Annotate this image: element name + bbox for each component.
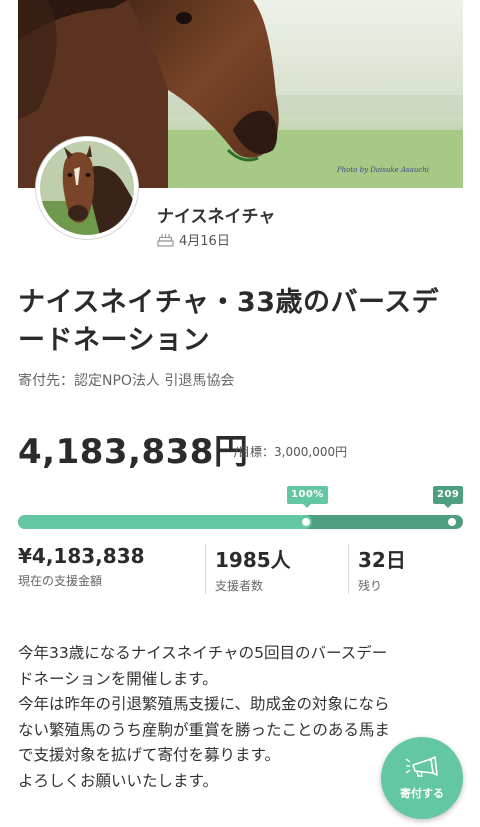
description-line: 今年33歳になるナイスネイチャの5回目のバースデー	[18, 644, 388, 662]
donate-button-label: 寄付する	[400, 787, 444, 800]
horse-name: ナイスネイチャ	[157, 207, 276, 227]
donate-button[interactable]: 寄付する	[381, 737, 463, 819]
progress-marker	[301, 518, 310, 526]
megaphone-icon	[405, 756, 438, 777]
stat-supporters: 1985人 支援者数	[206, 544, 348, 596]
description-line: 今年は昨年の引退繁殖馬支援に、助成金の対象になら	[18, 695, 390, 714]
stat-supporters-label: 支援者数	[215, 579, 264, 593]
stat-raised-value: ¥4,183,838	[18, 544, 145, 568]
page-title-line-1: ナイスネイチャ・33歳のバースデ	[18, 287, 440, 318]
stat-raised-label: 現在の支援金額	[18, 574, 103, 588]
stat-remaining-value: 32日	[358, 548, 406, 572]
horse-avatar-illustration	[40, 141, 134, 235]
stats-row: ¥4,183,838 現在の支援金額 1985人 支援者数 32日 残り	[18, 544, 463, 596]
page-title-line-2: ードネーション	[18, 325, 210, 356]
progress-extra-badge: 209	[433, 486, 464, 508]
page-title: ナイスネイチャ・33歳のバースデ ードネーション	[18, 284, 463, 360]
stat-remaining-label: 残り	[358, 579, 383, 593]
progress-track	[18, 515, 463, 529]
description-line: ドネーションを開催します。	[18, 669, 218, 688]
birthday-text: 4月16日	[179, 234, 230, 249]
stat-raised: ¥4,183,838 現在の支援金額	[18, 544, 205, 596]
recipient-link[interactable]: 寄付先：認定NPO法人 引退馬協会	[18, 370, 234, 390]
avatar	[35, 136, 139, 240]
raised-amount: 4,183,838円	[18, 432, 249, 472]
birthday: 4月16日	[157, 230, 230, 249]
target-amount: /目標：3,000,000円	[234, 445, 348, 459]
photo-credit: Photo by Daisuke Asauchi	[336, 166, 429, 174]
progress-percent-badge: 100%	[287, 486, 328, 508]
progress-end-marker	[448, 518, 456, 526]
stat-remaining: 32日 残り	[349, 544, 406, 596]
progress-bar: 100% 209	[18, 486, 464, 530]
stat-supporters-value: 1985人	[215, 548, 291, 572]
description-line: ない繁殖馬のうち産駒が重賞を勝ったことのある馬ま	[18, 720, 390, 739]
cake-icon	[157, 234, 174, 247]
progress-fill	[18, 515, 312, 529]
